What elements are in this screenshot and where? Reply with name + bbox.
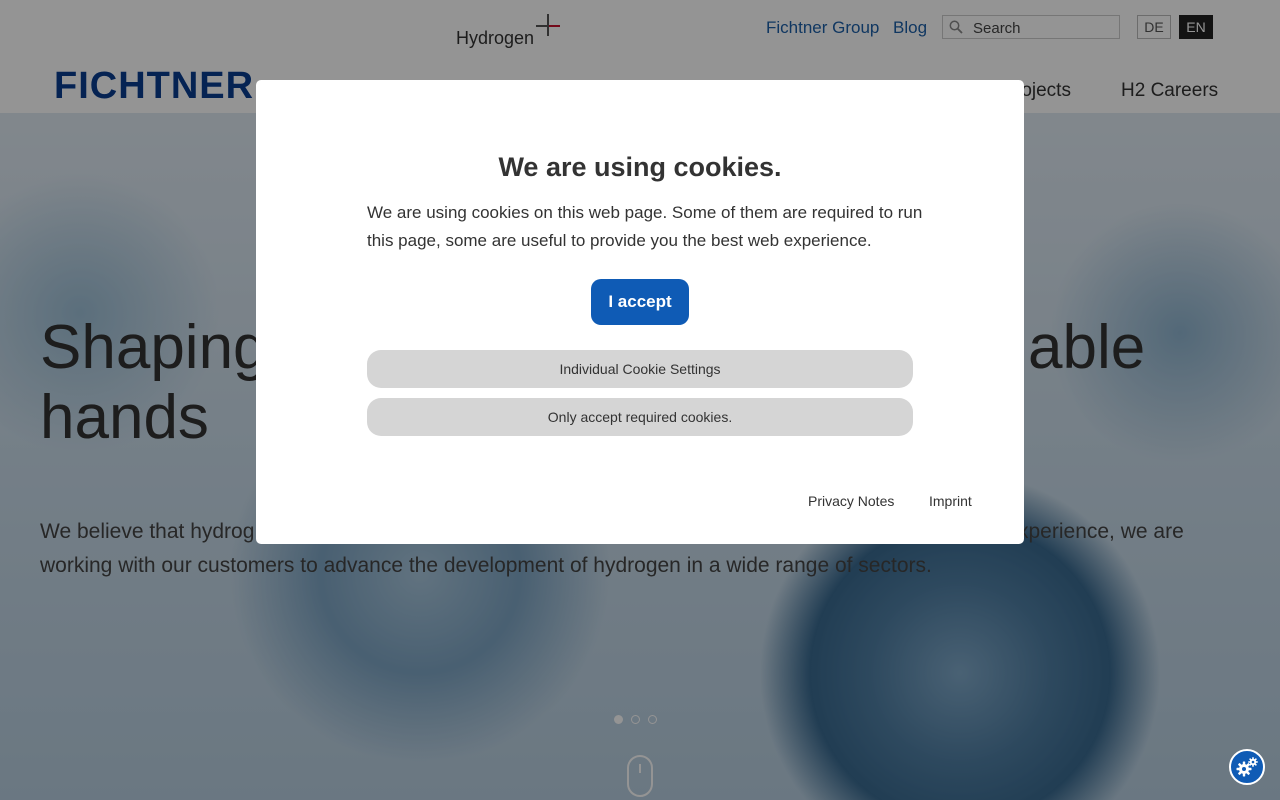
imprint-link[interactable]: Imprint (929, 493, 972, 509)
privacy-notes-link[interactable]: Privacy Notes (808, 493, 894, 509)
cookie-consent-modal: We are using cookies. We are using cooki… (256, 80, 1024, 544)
gears-icon (1236, 757, 1258, 777)
individual-cookie-settings-button[interactable]: Individual Cookie Settings (367, 350, 913, 388)
cookie-modal-title: We are using cookies. (498, 152, 782, 182)
cookie-settings-gear-icon[interactable] (1229, 749, 1265, 785)
accept-required-cookies-button[interactable]: Only accept required cookies. (367, 398, 913, 436)
accept-cookies-button[interactable]: I accept (591, 279, 689, 325)
cookie-modal-text: We are using cookies on this web page. S… (367, 203, 923, 250)
